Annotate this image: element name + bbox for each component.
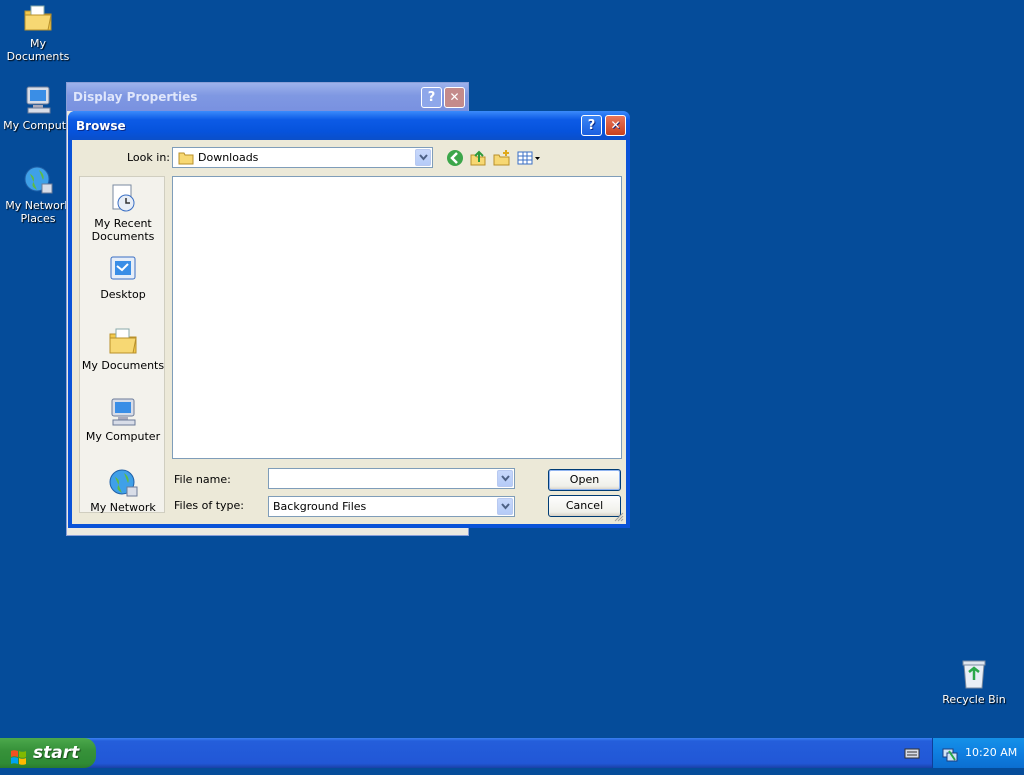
desktop-icon-label: My Compute xyxy=(3,119,73,132)
recycle-bin-icon xyxy=(958,658,990,690)
files-of-type-label: Files of type: xyxy=(174,499,245,512)
place-label: My Documents xyxy=(81,359,165,372)
display-properties-titlebar[interactable]: Display Properties ? ✕ xyxy=(67,83,468,111)
files-of-type-dropdown[interactable]: Background Files xyxy=(268,496,515,517)
place-desktop[interactable]: Desktop xyxy=(80,254,166,301)
place-label: Desktop xyxy=(100,288,146,301)
help-button[interactable]: ? xyxy=(581,115,602,136)
start-button[interactable]: start xyxy=(0,738,96,768)
system-tray: 10:20 AM xyxy=(932,738,1024,768)
recent-documents-icon xyxy=(107,183,139,215)
windows-logo-icon xyxy=(10,745,27,765)
place-label: My Recent Documents xyxy=(91,217,155,243)
desktop-icon-label: My Documents xyxy=(6,37,70,63)
file-list[interactable] xyxy=(172,176,622,459)
desktop-icon xyxy=(107,254,139,286)
dialog-title: Browse xyxy=(76,119,126,133)
back-icon[interactable] xyxy=(446,149,464,167)
desktop-icon-recycle-bin[interactable]: Recycle Bin xyxy=(936,658,1012,706)
places-bar: My Recent Documents Desktop My Documents… xyxy=(79,176,166,514)
browse-dialog[interactable]: Browse ? ✕ Look in: Downloads My Recent … xyxy=(68,111,630,528)
place-my-computer[interactable]: My Computer xyxy=(80,396,166,443)
network-places-icon xyxy=(22,164,54,196)
desktop-icon-my-documents[interactable]: My Documents xyxy=(0,2,76,63)
my-computer-icon xyxy=(107,396,139,428)
my-documents-icon xyxy=(22,2,54,34)
desktop-icon-label: My Network Places xyxy=(5,199,71,225)
close-button[interactable]: ✕ xyxy=(605,115,626,136)
place-my-documents[interactable]: My Documents xyxy=(80,325,166,372)
place-recent-documents[interactable]: My Recent Documents xyxy=(80,183,166,243)
place-my-network[interactable]: My Network xyxy=(80,467,166,514)
views-menu-icon[interactable] xyxy=(517,149,541,167)
files-of-type-value: Background Files xyxy=(273,500,367,513)
open-button[interactable]: Open xyxy=(548,469,621,491)
start-label: start xyxy=(33,743,80,763)
look-in-dropdown[interactable]: Downloads xyxy=(172,147,433,168)
look-in-label: Look in: xyxy=(127,151,170,164)
clock[interactable]: 10:20 AM xyxy=(965,738,1017,768)
new-folder-icon[interactable] xyxy=(493,149,511,167)
keyboard-icon[interactable] xyxy=(904,746,920,760)
chevron-down-icon[interactable] xyxy=(497,470,513,487)
chevron-down-icon[interactable] xyxy=(497,498,513,515)
place-label: My Network xyxy=(90,501,156,514)
cancel-button[interactable]: Cancel xyxy=(548,495,621,517)
desktop-icon-network-places[interactable]: My Network Places xyxy=(0,164,76,225)
resize-grip-icon[interactable] xyxy=(614,512,624,522)
file-name-input[interactable] xyxy=(268,468,515,489)
dialog-body: Look in: Downloads My Recent Documents D… xyxy=(72,140,626,524)
my-computer-icon xyxy=(22,84,54,116)
taskbar: start 10:20 AM xyxy=(0,738,1024,768)
chevron-down-icon[interactable] xyxy=(415,149,431,166)
look-in-value: Downloads xyxy=(198,151,259,164)
place-label: My Computer xyxy=(85,430,161,443)
close-button[interactable]: ✕ xyxy=(444,87,465,108)
browse-titlebar[interactable]: Browse ? ✕ xyxy=(68,111,630,140)
file-name-label: File name: xyxy=(174,473,231,486)
desktop-icon-my-computer[interactable]: My Compute xyxy=(0,84,76,132)
help-button[interactable]: ? xyxy=(421,87,442,108)
network-status-icon[interactable] xyxy=(942,745,958,762)
folder-icon xyxy=(178,151,194,168)
network-places-icon xyxy=(107,467,139,499)
up-folder-icon[interactable] xyxy=(469,149,487,167)
desktop-icon-label: Recycle Bin xyxy=(942,693,1006,706)
my-documents-icon xyxy=(107,325,139,357)
window-title: Display Properties xyxy=(73,90,198,104)
